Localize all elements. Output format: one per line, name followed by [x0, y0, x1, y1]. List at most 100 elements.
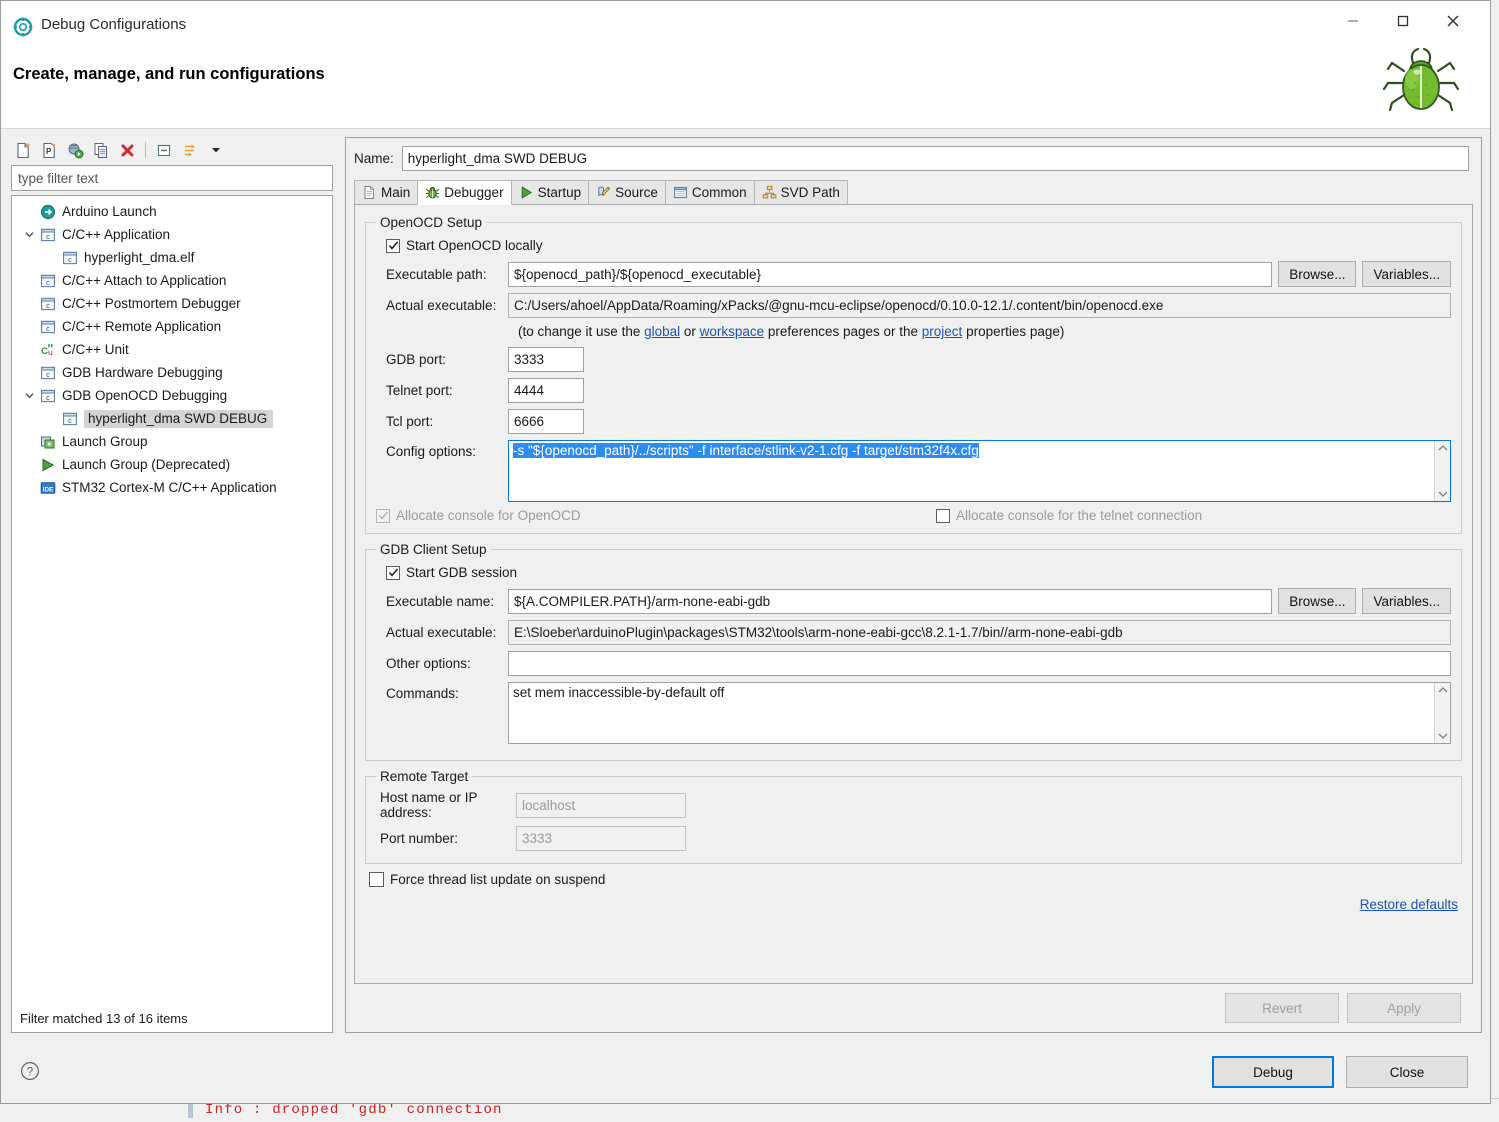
- force-thread-update-checkbox[interactable]: [369, 872, 384, 887]
- chevron-down-icon[interactable]: [20, 384, 38, 407]
- debug-configurations-icon: [13, 17, 33, 37]
- start-gdb-session-checkbox[interactable]: [386, 565, 400, 580]
- openocd-executable-path-input[interactable]: ${openocd_path}/${openocd_executable}: [508, 261, 1273, 287]
- tab-svd-path[interactable]: SVD Path: [753, 180, 848, 205]
- telnet-port-input[interactable]: 4444: [508, 378, 584, 403]
- tree-list: Arduino Launch c C/C++ Application c hyperli…: [12, 196, 332, 1004]
- start-gdb-session-label: Start GDB session: [406, 565, 518, 580]
- start-gdb-session-row[interactable]: Start GDB session: [386, 565, 1451, 580]
- tree-item[interactable]: c GDB Hardware Debugging: [12, 361, 332, 384]
- filter-icon[interactable]: [178, 139, 202, 161]
- export-icon[interactable]: [63, 139, 87, 161]
- tree-item[interactable]: c C/C++ Attach to Application: [12, 269, 332, 292]
- openocd-browse-button[interactable]: Browse...: [1278, 261, 1357, 287]
- stm32-ide-icon: IDE: [38, 476, 58, 499]
- collapse-all-icon[interactable]: [152, 139, 176, 161]
- tree-item[interactable]: Cu C/C++ Unit: [12, 338, 332, 361]
- tree-item[interactable]: Launch Group (Deprecated): [12, 453, 332, 476]
- new-prototype-icon[interactable]: P: [37, 139, 61, 161]
- tree-item-label: hyperlight_dma SWD DEBUG: [84, 409, 274, 428]
- openocd-variables-button[interactable]: Variables...: [1362, 261, 1451, 287]
- tcl-port-input[interactable]: 6666: [508, 409, 584, 434]
- gdb-variables-button[interactable]: Variables...: [1362, 588, 1451, 614]
- tree-item[interactable]: c hyperlight_dma SWD DEBUG: [12, 407, 332, 430]
- allocate-console-telnet-row[interactable]: Allocate console for the telnet connecti…: [936, 508, 1202, 523]
- tree-item[interactable]: IDE STM32 Cortex-M C/C++ Application: [12, 476, 332, 499]
- configuration-name-input[interactable]: hyperlight_dma SWD DEBUG: [401, 145, 1469, 171]
- tab-common[interactable]: Common: [664, 180, 755, 205]
- config-options-value[interactable]: -s "${openocd_path}/../scripts" -f inter…: [513, 443, 979, 458]
- svg-text:c: c: [46, 370, 50, 379]
- dialog-body: P type filter text Arduino Launch c C/C+…: [1, 129, 1490, 1041]
- chevron-down-icon[interactable]: [20, 223, 38, 246]
- tree-item[interactable]: c hyperlight_dma.elf: [12, 246, 332, 269]
- apply-button[interactable]: Apply: [1347, 993, 1461, 1023]
- gdb-executable-name-input[interactable]: ${A.COMPILER.PATH}/arm-none-eabi-gdb: [508, 588, 1273, 614]
- allocate-console-telnet-checkbox[interactable]: [936, 508, 950, 523]
- new-configuration-icon[interactable]: [11, 139, 35, 161]
- tab-source[interactable]: Source: [588, 180, 666, 205]
- config-options-text-body[interactable]: -s "${openocd_path}/../scripts" -f inter…: [509, 441, 1434, 501]
- debug-button[interactable]: Debug: [1212, 1056, 1334, 1088]
- maximize-button[interactable]: [1378, 1, 1428, 41]
- minimize-button[interactable]: [1328, 1, 1378, 41]
- tab-main[interactable]: Main: [354, 180, 419, 205]
- scroll-down-icon: [1438, 733, 1447, 739]
- help-question-icon[interactable]: ?: [19, 1060, 41, 1085]
- filter-input[interactable]: type filter text: [11, 165, 333, 191]
- delete-icon[interactable]: [115, 139, 139, 161]
- restore-defaults-link[interactable]: Restore defaults: [1360, 897, 1458, 912]
- svg-text:c: c: [46, 278, 50, 287]
- tree-item[interactable]: Launch Group: [12, 430, 332, 453]
- start-openocd-locally-checkbox[interactable]: [386, 238, 400, 253]
- remote-target-group: Remote Target Host name or IP address: l…: [365, 769, 1462, 864]
- tab-debugger[interactable]: Debugger: [417, 180, 512, 205]
- gdb-commands-scrollbar[interactable]: [1434, 683, 1450, 743]
- svg-text:IDE: IDE: [43, 486, 54, 493]
- start-openocd-locally-label: Start OpenOCD locally: [406, 238, 543, 253]
- revert-button[interactable]: Revert: [1225, 993, 1339, 1023]
- page-title: Create, manage, and run configurations: [13, 65, 325, 83]
- gdb-commands-value[interactable]: set mem inaccessible-by-default off: [509, 683, 1434, 743]
- tcl-port-label: Tcl port:: [386, 414, 434, 429]
- config-options-scrollbar[interactable]: [1434, 441, 1450, 501]
- close-button[interactable]: Close: [1346, 1056, 1468, 1088]
- remote-host-label: Host name or IP address:: [380, 790, 478, 820]
- launch-group-deprecated-icon: [38, 453, 58, 476]
- debug-configurations-dialog: Debug Configurations Create, manage, and…: [0, 0, 1491, 1104]
- tab-startup[interactable]: Startup: [510, 180, 590, 205]
- project-properties-link[interactable]: project: [922, 324, 963, 339]
- c-config-icon: c: [38, 269, 58, 292]
- remote-host-input: localhost: [516, 792, 686, 818]
- remote-port-label: Port number:: [380, 831, 459, 846]
- console-line: Info : dropped 'gdb' connection: [205, 1102, 503, 1118]
- gdb-port-input[interactable]: 3333: [508, 347, 584, 372]
- global-preferences-link[interactable]: global: [644, 324, 680, 339]
- tree-item[interactable]: c C/C++ Remote Application: [12, 315, 332, 338]
- tree-item[interactable]: c C/C++ Postmortem Debugger: [12, 292, 332, 315]
- workspace-preferences-link[interactable]: workspace: [700, 324, 765, 339]
- config-options-textarea[interactable]: -s "${openocd_path}/../scripts" -f inter…: [508, 440, 1451, 502]
- tree-twisty-empty: [20, 292, 38, 315]
- remote-host-row: Host name or IP address: localhost: [376, 790, 1451, 820]
- gdb-commands-textarea[interactable]: set mem inaccessible-by-default off: [508, 682, 1451, 744]
- openocd-actual-executable-value: C:/Users/ahoel/AppData/Roaming/xPacks/@g…: [508, 293, 1451, 318]
- close-window-button[interactable]: [1428, 1, 1478, 41]
- tree-twisty-empty: [42, 407, 60, 430]
- tree-item[interactable]: c GDB OpenOCD Debugging: [12, 384, 332, 407]
- common-window-icon: [673, 185, 688, 200]
- tree-item[interactable]: c C/C++ Application: [12, 223, 332, 246]
- launch-group-icon: [38, 430, 58, 453]
- force-thread-update-row[interactable]: Force thread list update on suspend: [369, 872, 1462, 887]
- force-thread-update-label: Force thread list update on suspend: [390, 872, 606, 887]
- dialog-title: Debug Configurations: [41, 16, 187, 33]
- launch-configurations-tree[interactable]: Arduino Launch c C/C++ Application c hyperli…: [11, 195, 333, 1033]
- duplicate-icon[interactable]: [89, 139, 113, 161]
- gdb-other-options-input[interactable]: [508, 651, 1451, 676]
- tree-item[interactable]: Arduino Launch: [12, 200, 332, 223]
- gdb-browse-button[interactable]: Browse...: [1278, 588, 1357, 614]
- start-openocd-locally-row[interactable]: Start OpenOCD locally: [386, 238, 1451, 253]
- arduino-icon: [38, 200, 58, 223]
- tree-twisty-empty: [20, 453, 38, 476]
- view-menu-icon[interactable]: [204, 139, 228, 161]
